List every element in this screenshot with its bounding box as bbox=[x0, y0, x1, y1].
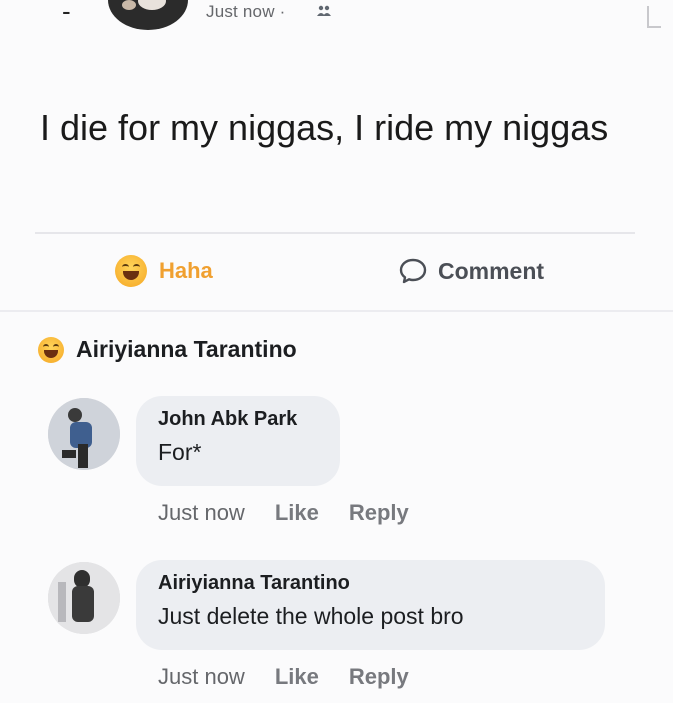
friends-audience-icon bbox=[317, 5, 331, 16]
comment-button[interactable]: Comment bbox=[398, 253, 544, 289]
post-body-text: I die for my niggas, I ride my niggas bbox=[40, 107, 609, 148]
reply-button[interactable]: Reply bbox=[349, 664, 409, 690]
commenter-avatar[interactable] bbox=[48, 398, 120, 470]
comment-meta: Just now Like Reply bbox=[158, 500, 409, 526]
comment-author[interactable]: John Abk Park bbox=[158, 408, 318, 431]
post-card: - Just now · I die for my niggas, I ride… bbox=[0, 0, 673, 703]
comment-bubble: Airiyianna Tarantino Just delete the who… bbox=[136, 560, 605, 650]
reply-button[interactable]: Reply bbox=[349, 500, 409, 526]
haha-emoji-icon bbox=[38, 336, 64, 363]
comment-text: For* bbox=[158, 439, 202, 465]
reactor-name: Airiyianna Tarantino bbox=[76, 336, 297, 362]
comment-bubble-icon bbox=[399, 258, 427, 284]
post-author-avatar[interactable] bbox=[108, 0, 188, 30]
comment-label: Comment bbox=[438, 257, 545, 284]
commenter-avatar[interactable] bbox=[48, 562, 120, 634]
comment-author[interactable]: Airiyianna Tarantino bbox=[158, 572, 583, 595]
divider bbox=[0, 310, 673, 312]
comment-meta: Just now Like Reply bbox=[158, 664, 409, 690]
like-button[interactable]: Like bbox=[275, 664, 319, 690]
reaction-summary[interactable]: Airiyianna Tarantino bbox=[38, 336, 297, 363]
divider bbox=[35, 232, 635, 234]
like-button[interactable]: Like bbox=[275, 500, 319, 526]
haha-label: Haha bbox=[159, 258, 213, 283]
haha-reaction-button[interactable]: Haha bbox=[115, 253, 213, 289]
comment-bubble: John Abk Park For* bbox=[136, 396, 340, 486]
comment-time: Just now bbox=[158, 500, 245, 525]
haha-emoji-icon bbox=[115, 255, 147, 287]
corner-mark bbox=[647, 6, 661, 28]
comment-text: Just delete the whole post bro bbox=[158, 603, 464, 629]
back-arrow-icon[interactable]: - bbox=[62, 0, 71, 27]
post-timestamp: Just now · bbox=[206, 2, 286, 21]
comment-time: Just now bbox=[158, 664, 245, 689]
